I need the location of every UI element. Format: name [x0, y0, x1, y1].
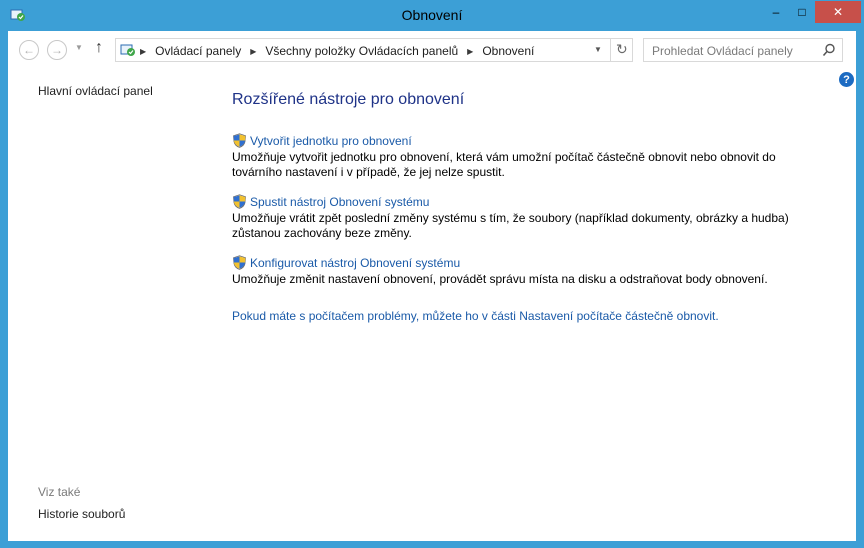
navigation-toolbar: ← → ▼ ↑ ▶ Ovládací panely ▶ Všechny polo… — [8, 31, 856, 69]
file-history-link[interactable]: Historie souborů — [38, 507, 125, 521]
maximize-button[interactable]: □ — [789, 1, 815, 23]
help-icon[interactable]: ? — [839, 72, 854, 87]
configure-system-restore-description: Umožňuje změnit nastavení obnovení, prov… — [232, 272, 768, 286]
address-bar[interactable]: ▶ Ovládací panely ▶ Všechny položky Ovlá… — [115, 38, 633, 62]
open-system-restore-description: Umožňuje vrátit zpět poslední změny syst… — [232, 211, 789, 240]
back-button[interactable]: ← — [19, 40, 39, 60]
chevron-down-icon[interactable]: ▼ — [594, 45, 602, 54]
minimize-icon: – — [772, 5, 780, 19]
minimize-button[interactable]: – — [763, 1, 789, 23]
chevron-right-icon[interactable]: ▶ — [467, 47, 473, 56]
page-title: Rozšířené nástroje pro obnovení — [232, 91, 465, 108]
recent-locations-chevron-icon[interactable]: ▼ — [75, 43, 83, 52]
uac-shield-icon — [233, 255, 246, 270]
recovery-window: Obnovení – □ ✕ ← → ▼ ↑ ▶ Ovládací panely… — [0, 0, 864, 548]
search-icon[interactable] — [822, 43, 836, 57]
maximize-icon: □ — [798, 5, 806, 19]
control-panel-home-link[interactable]: Hlavní ovládací panel — [38, 84, 153, 98]
chevron-right-icon: ▶ — [140, 46, 147, 56]
arrow-left-icon: ← — [23, 43, 35, 57]
pc-refresh-settings-link[interactable]: Pokud máte s počítačem problémy, můžete … — [232, 309, 719, 323]
uac-shield-icon — [233, 133, 246, 148]
title-bar: Obnovení – □ ✕ — [1, 1, 863, 31]
close-icon: ✕ — [832, 5, 844, 19]
forward-button[interactable]: → — [47, 40, 67, 60]
arrow-right-icon: → — [51, 43, 63, 57]
create-recovery-drive-link[interactable]: Vytvořit jednotku pro obnovení — [250, 134, 412, 148]
breadcrumb-item[interactable]: Obnovení — [482, 44, 534, 58]
address-divider — [610, 39, 611, 61]
see-also-label: Viz také — [38, 485, 81, 499]
breadcrumb: ▶ Ovládací panely ▶ Všechny položky Ovlá… — [140, 43, 534, 59]
content-area: ? Hlavní ovládací panel Viz také Histori… — [8, 69, 856, 541]
up-arrow-icon[interactable]: ↑ — [95, 39, 103, 57]
create-recovery-drive-description: Umožňuje vytvořit jednotku pro obnovení,… — [232, 150, 776, 179]
breadcrumb-item[interactable]: Všechny položky Ovládacích panelů — [265, 44, 458, 58]
chevron-right-icon[interactable]: ▶ — [250, 47, 256, 56]
search-placeholder: Prohledat Ovládací panely — [652, 44, 793, 58]
window-title: Obnovení — [401, 7, 463, 23]
refresh-icon[interactable]: ↻ — [616, 41, 628, 58]
open-system-restore-link[interactable]: Spustit nástroj Obnovení systému — [250, 195, 429, 209]
configure-system-restore-link[interactable]: Konfigurovat nástroj Obnovení systému — [250, 256, 460, 270]
search-input[interactable]: Prohledat Ovládací panely — [643, 38, 843, 62]
control-panel-icon — [120, 44, 135, 56]
close-button[interactable]: ✕ — [815, 1, 861, 23]
uac-shield-icon — [233, 194, 246, 209]
breadcrumb-item[interactable]: Ovládací panely — [155, 44, 241, 58]
